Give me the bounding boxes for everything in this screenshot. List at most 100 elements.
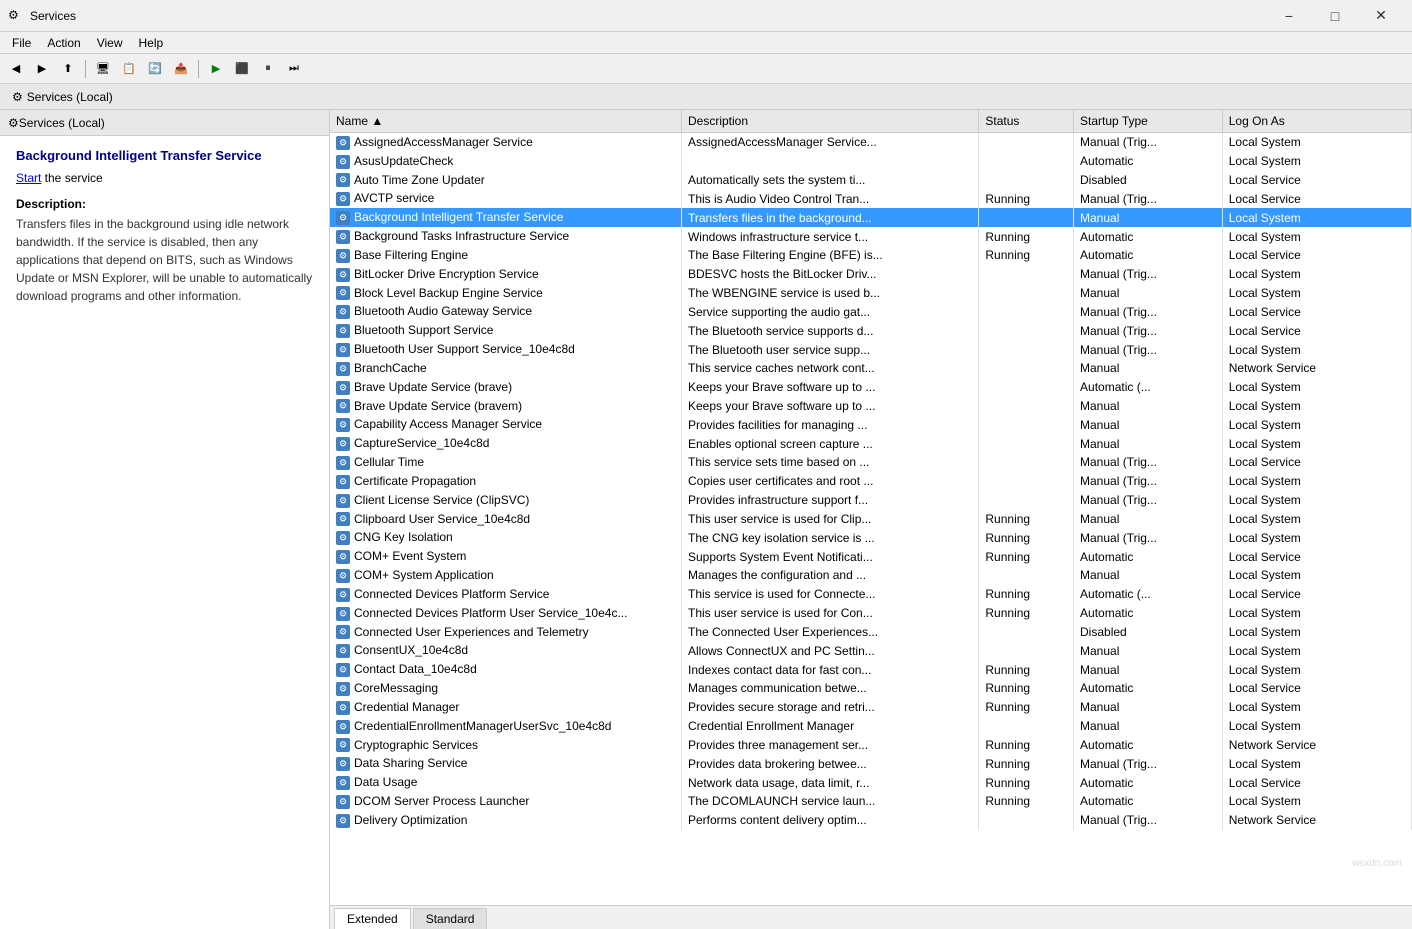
toolbar-play[interactable]: ▶: [204, 58, 228, 80]
service-desc-cell: Manages the configuration and ...: [681, 566, 978, 585]
service-desc-cell: The WBENGINE service is used b...: [681, 284, 978, 303]
service-logon-cell: Local System: [1222, 415, 1411, 434]
table-row[interactable]: AVCTP serviceThis is Audio Video Control…: [330, 189, 1412, 208]
service-icon: [336, 155, 350, 169]
service-desc-cell: Provides facilities for managing ...: [681, 415, 978, 434]
service-status-cell: [979, 434, 1074, 453]
toolbar-refresh[interactable]: 🔄: [143, 58, 167, 80]
table-row[interactable]: Capability Access Manager ServiceProvide…: [330, 415, 1412, 434]
service-icon: [336, 814, 350, 828]
table-row[interactable]: AssignedAccessManager ServiceAssignedAcc…: [330, 133, 1412, 152]
table-row[interactable]: BitLocker Drive Encryption ServiceBDESVC…: [330, 265, 1412, 284]
service-logon-cell: Network Service: [1222, 359, 1411, 378]
table-row[interactable]: Clipboard User Service_10e4c8dThis user …: [330, 510, 1412, 529]
toolbar-back[interactable]: ◀: [4, 58, 28, 80]
table-row[interactable]: COM+ System ApplicationManages the confi…: [330, 566, 1412, 585]
table-row[interactable]: AsusUpdateCheckAutomaticLocal System: [330, 152, 1412, 171]
table-row[interactable]: Base Filtering EngineThe Base Filtering …: [330, 246, 1412, 265]
nav-services-local[interactable]: ⚙ Services (Local): [4, 88, 121, 106]
service-startup-cell: Automatic: [1074, 604, 1223, 623]
table-row[interactable]: Cellular TimeThis service sets time base…: [330, 453, 1412, 472]
service-startup-cell: Automatic: [1074, 679, 1223, 698]
table-row[interactable]: Delivery OptimizationPerforms content de…: [330, 811, 1412, 830]
toolbar-restart[interactable]: ⏭: [282, 58, 306, 80]
table-row[interactable]: Background Intelligent Transfer ServiceT…: [330, 208, 1412, 227]
start-link[interactable]: Start: [16, 171, 41, 185]
service-logon-cell: Local System: [1222, 792, 1411, 811]
service-name-cell: COM+ Event System: [330, 547, 681, 566]
col-header-startup[interactable]: Startup Type: [1074, 110, 1223, 133]
toolbar-properties[interactable]: 📋: [117, 58, 141, 80]
tree-icon: ⚙: [8, 116, 19, 130]
table-row[interactable]: BranchCacheThis service caches network c…: [330, 359, 1412, 378]
service-desc-cell: The Bluetooth service supports d...: [681, 321, 978, 340]
table-row[interactable]: Cryptographic ServicesProvides three man…: [330, 736, 1412, 755]
service-startup-cell: Automatic (...: [1074, 378, 1223, 397]
nav-bar: ⚙ Services (Local): [0, 84, 1412, 110]
table-row[interactable]: Connected Devices Platform User Service_…: [330, 604, 1412, 623]
col-header-status[interactable]: Status: [979, 110, 1074, 133]
table-row[interactable]: Bluetooth Support ServiceThe Bluetooth s…: [330, 321, 1412, 340]
toolbar-up[interactable]: ⬆: [56, 58, 80, 80]
table-row[interactable]: Contact Data_10e4c8dIndexes contact data…: [330, 660, 1412, 679]
col-header-name[interactable]: Name ▲: [330, 110, 681, 133]
table-row[interactable]: Connected User Experiences and Telemetry…: [330, 623, 1412, 642]
toolbar-export[interactable]: 📤: [169, 58, 193, 80]
toolbar-show-hide-console[interactable]: 🖥: [91, 58, 115, 80]
table-row[interactable]: Certificate PropagationCopies user certi…: [330, 472, 1412, 491]
service-startup-cell: Manual (Trig...: [1074, 453, 1223, 472]
service-logon-cell: Network Service: [1222, 736, 1411, 755]
service-icon: [336, 701, 350, 715]
close-button[interactable]: ✕: [1358, 0, 1404, 32]
toolbar-forward[interactable]: ▶: [30, 58, 54, 80]
service-startup-cell: Disabled: [1074, 623, 1223, 642]
tree-label: Services (Local): [19, 116, 105, 130]
service-name-cell: Clipboard User Service_10e4c8d: [330, 510, 681, 529]
table-row[interactable]: Auto Time Zone UpdaterAutomatically sets…: [330, 171, 1412, 190]
table-row[interactable]: Bluetooth Audio Gateway ServiceService s…: [330, 302, 1412, 321]
menu-file[interactable]: File: [4, 34, 39, 52]
table-row[interactable]: CaptureService_10e4c8dEnables optional s…: [330, 434, 1412, 453]
service-status-cell: Running: [979, 528, 1074, 547]
table-row[interactable]: Background Tasks Infrastructure ServiceW…: [330, 227, 1412, 246]
service-name-cell: BranchCache: [330, 359, 681, 378]
table-row[interactable]: Data UsageNetwork data usage, data limit…: [330, 773, 1412, 792]
table-row[interactable]: ConsentUX_10e4c8dAllows ConnectUX and PC…: [330, 641, 1412, 660]
service-logon-cell: Local System: [1222, 566, 1411, 585]
maximize-button[interactable]: □: [1312, 0, 1358, 32]
service-icon: [336, 569, 350, 583]
menu-action[interactable]: Action: [39, 34, 88, 52]
service-name-cell: DCOM Server Process Launcher: [330, 792, 681, 811]
toolbar-pause[interactable]: ⏸: [256, 58, 280, 80]
table-row[interactable]: Brave Update Service (brave)Keeps your B…: [330, 378, 1412, 397]
table-row[interactable]: Data Sharing ServiceProvides data broker…: [330, 754, 1412, 773]
table-row[interactable]: Brave Update Service (bravem)Keeps your …: [330, 397, 1412, 416]
service-desc-cell: Manages communication betwe...: [681, 679, 978, 698]
tab-extended[interactable]: Extended: [334, 908, 411, 929]
nav-label: Services (Local): [27, 90, 113, 104]
menu-view[interactable]: View: [89, 34, 131, 52]
table-row[interactable]: DCOM Server Process LauncherThe DCOMLAUN…: [330, 792, 1412, 811]
service-startup-cell: Automatic: [1074, 736, 1223, 755]
minimize-button[interactable]: −: [1266, 0, 1312, 32]
service-status-cell: [979, 397, 1074, 416]
tab-standard[interactable]: Standard: [413, 908, 488, 929]
table-row[interactable]: Client License Service (ClipSVC)Provides…: [330, 491, 1412, 510]
table-row[interactable]: COM+ Event SystemSupports System Event N…: [330, 547, 1412, 566]
services-table-container[interactable]: Name ▲ Description Status Startup Type: [330, 110, 1412, 905]
table-row[interactable]: CNG Key IsolationThe CNG key isolation s…: [330, 528, 1412, 547]
service-status-cell: [979, 265, 1074, 284]
toolbar-stop[interactable]: ⬛: [230, 58, 254, 80]
col-header-description[interactable]: Description: [681, 110, 978, 133]
service-name-cell: Connected Devices Platform User Service_…: [330, 604, 681, 623]
table-row[interactable]: CredentialEnrollmentManagerUserSvc_10e4c…: [330, 717, 1412, 736]
col-header-logon[interactable]: Log On As: [1222, 110, 1411, 133]
separator-1: [85, 60, 86, 78]
table-row[interactable]: Credential ManagerProvides secure storag…: [330, 698, 1412, 717]
table-row[interactable]: Bluetooth User Support Service_10e4c8dTh…: [330, 340, 1412, 359]
table-row[interactable]: CoreMessagingManages communication betwe…: [330, 679, 1412, 698]
table-row[interactable]: Connected Devices Platform ServiceThis s…: [330, 585, 1412, 604]
menu-help[interactable]: Help: [131, 34, 172, 52]
table-row[interactable]: Block Level Backup Engine ServiceThe WBE…: [330, 284, 1412, 303]
service-status-cell: Running: [979, 679, 1074, 698]
